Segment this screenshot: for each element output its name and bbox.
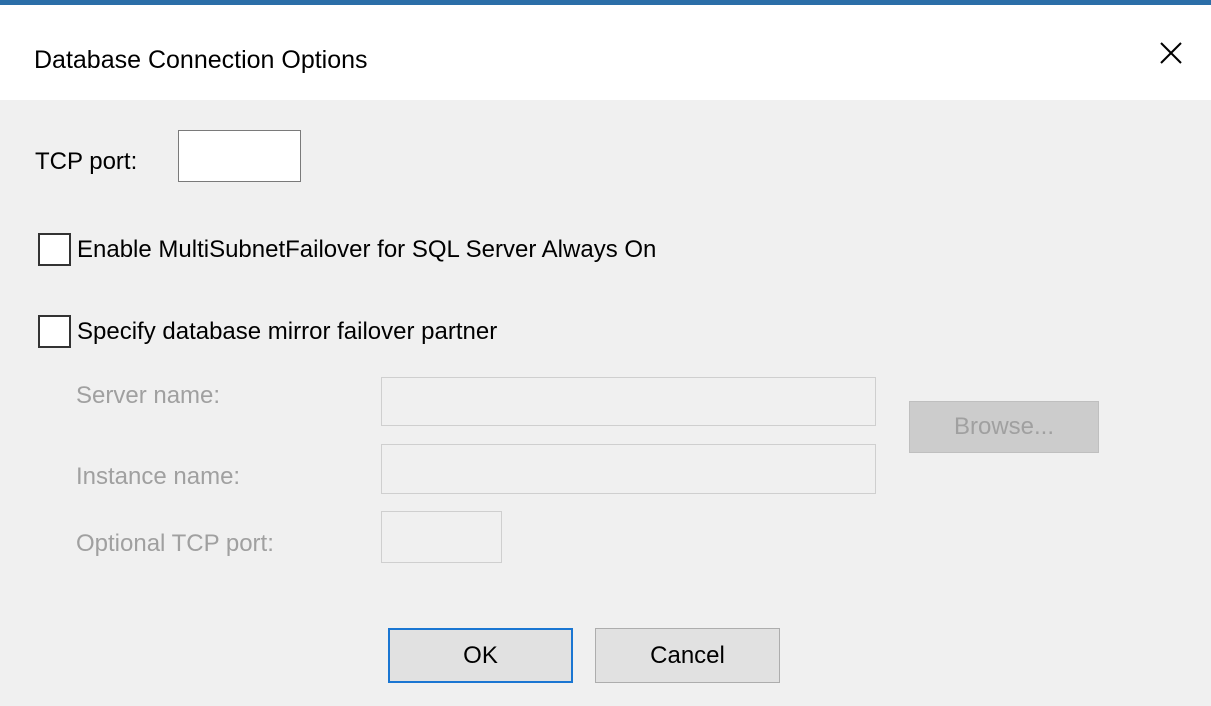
server-name-label: Server name: — [76, 382, 221, 409]
ok-button[interactable]: OK — [388, 628, 573, 683]
title-bar: Database Connection Options — [0, 5, 1211, 100]
dialog-title: Database Connection Options — [34, 46, 368, 74]
multisubnet-failover-checkbox[interactable] — [38, 233, 71, 266]
close-icon — [1160, 41, 1182, 64]
tcp-port-label: TCP port: — [35, 148, 138, 175]
multisubnet-failover-label[interactable]: Enable MultiSubnetFailover for SQL Serve… — [77, 235, 656, 265]
optional-tcp-port-input[interactable] — [381, 511, 502, 563]
server-name-input[interactable] — [381, 377, 876, 426]
database-connection-options-dialog: Database Connection Options TCP port: En… — [0, 0, 1211, 706]
cancel-button[interactable]: Cancel — [595, 628, 780, 683]
tcp-port-input[interactable] — [178, 130, 301, 182]
optional-tcp-port-label: Optional TCP port: — [76, 530, 274, 557]
instance-name-input[interactable] — [381, 444, 876, 494]
mirror-failover-checkbox[interactable] — [38, 315, 71, 348]
close-button[interactable] — [1131, 5, 1211, 100]
browse-button[interactable]: Browse... — [909, 401, 1099, 453]
mirror-failover-label[interactable]: Specify database mirror failover partner — [77, 317, 497, 347]
instance-name-label: Instance name: — [76, 463, 241, 490]
